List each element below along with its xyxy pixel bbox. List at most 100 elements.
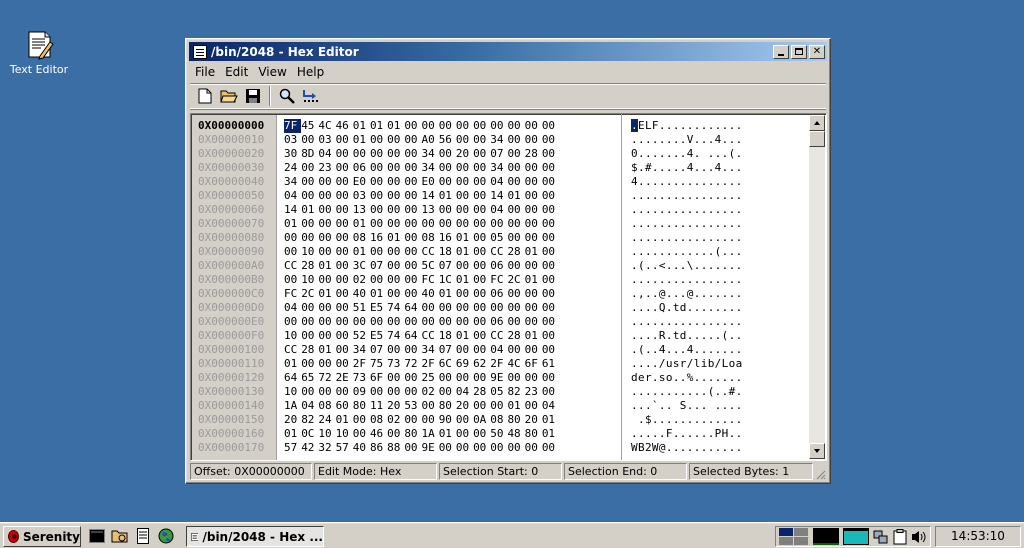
hex-byte[interactable]: 51 (353, 301, 370, 315)
hex-byte[interactable]: 72 (318, 371, 335, 385)
find-button[interactable] (276, 85, 298, 107)
hex-byte[interactable]: 01 (542, 427, 559, 441)
menu-view[interactable]: View (253, 65, 291, 79)
hex-byte[interactable]: 00 (284, 273, 301, 287)
hex-byte[interactable]: 13 (353, 203, 370, 217)
vertical-scrollbar[interactable] (809, 115, 825, 459)
hex-byte[interactable]: 00 (439, 441, 456, 455)
resize-grip[interactable] (815, 463, 826, 481)
hex-byte[interactable]: 00 (404, 217, 421, 231)
hex-byte[interactable]: 00 (473, 287, 490, 301)
clipboard-icon[interactable] (893, 528, 907, 545)
hex-byte[interactable]: 01 (439, 189, 456, 203)
hex-byte[interactable]: 00 (404, 175, 421, 189)
hex-byte[interactable]: 00 (490, 301, 507, 315)
hex-byte[interactable]: 80 (507, 413, 524, 427)
hex-byte[interactable]: 6F (370, 371, 387, 385)
hex-byte[interactable]: 00 (525, 343, 542, 357)
hex-byte[interactable]: 23 (525, 385, 542, 399)
hex-byte[interactable]: 01 (318, 343, 335, 357)
hex-byte[interactable]: 00 (525, 259, 542, 273)
hex-column[interactable]: 7F 45 4C 46 01 01 01 00 00 00 00 00 00 00 00 00 03 00 03 00… (284, 119, 559, 455)
hex-byte[interactable]: 34 (353, 343, 370, 357)
hex-byte[interactable]: 00 (387, 343, 404, 357)
hex-byte[interactable]: 04 (301, 399, 318, 413)
hex-byte[interactable]: 01 (525, 273, 542, 287)
hex-byte[interactable]: 03 (284, 133, 301, 147)
hex-byte[interactable]: 00 (542, 343, 559, 357)
hex-byte[interactable]: 7F (284, 119, 302, 133)
hex-byte[interactable]: 00 (542, 147, 559, 161)
hex-byte[interactable]: 00 (456, 203, 473, 217)
hex-byte[interactable]: 00 (422, 119, 439, 133)
hex-byte[interactable]: 00 (490, 119, 507, 133)
hex-byte[interactable]: 00 (301, 231, 318, 245)
hex-byte[interactable]: 00 (542, 273, 559, 287)
hex-byte[interactable]: 24 (318, 413, 335, 427)
hex-byte[interactable]: 00 (336, 343, 353, 357)
hex-byte[interactable]: 82 (301, 413, 318, 427)
hex-byte[interactable]: 0C (301, 427, 318, 441)
hex-byte[interactable]: 80 (525, 427, 542, 441)
hex-byte[interactable]: 01 (387, 119, 404, 133)
hex-byte[interactable]: 00 (387, 385, 404, 399)
hex-byte[interactable]: CC (284, 259, 301, 273)
hex-byte[interactable]: 06 (490, 259, 507, 273)
hex-byte[interactable]: 45 (301, 119, 318, 133)
hex-byte[interactable]: 00 (336, 133, 353, 147)
hex-byte[interactable]: 10 (284, 385, 301, 399)
hex-byte[interactable]: 00 (525, 203, 542, 217)
hex-byte[interactable]: 00 (387, 315, 404, 329)
hex-byte[interactable]: 00 (370, 189, 387, 203)
hex-byte[interactable]: 01 (387, 231, 404, 245)
hex-byte[interactable]: 00 (336, 203, 353, 217)
hex-byte[interactable]: 01 (353, 245, 370, 259)
hex-byte[interactable]: 6C (439, 357, 456, 371)
hex-byte[interactable]: 5C (422, 259, 439, 273)
hex-byte[interactable]: 72 (404, 357, 421, 371)
hex-byte[interactable]: 00 (439, 315, 456, 329)
hex-byte[interactable]: 00 (336, 189, 353, 203)
hex-byte[interactable]: 10 (318, 427, 335, 441)
save-button[interactable] (242, 85, 264, 107)
hex-byte[interactable]: 00 (404, 371, 421, 385)
hex-byte[interactable]: 00 (353, 427, 370, 441)
network-graph-icon[interactable] (843, 528, 869, 545)
hex-byte[interactable]: 20 (525, 413, 542, 427)
hex-byte[interactable]: 20 (284, 413, 301, 427)
hex-byte[interactable]: 34 (490, 161, 507, 175)
hex-byte[interactable]: 00 (542, 203, 559, 217)
hex-byte[interactable]: 00 (507, 259, 524, 273)
hex-byte[interactable]: 00 (456, 189, 473, 203)
volume-icon[interactable] (911, 529, 927, 545)
hex-byte[interactable]: 00 (387, 175, 404, 189)
hex-byte[interactable]: 00 (525, 371, 542, 385)
hex-byte[interactable]: 00 (473, 343, 490, 357)
hex-byte[interactable]: 01 (284, 357, 301, 371)
hex-byte[interactable]: CC (490, 245, 507, 259)
hex-byte[interactable]: 10 (301, 245, 318, 259)
hex-byte[interactable]: CC (490, 329, 507, 343)
hex-byte[interactable]: 00 (387, 273, 404, 287)
hex-byte[interactable]: 00 (318, 357, 335, 371)
hex-byte[interactable]: 00 (456, 413, 473, 427)
hex-byte[interactable]: 23 (318, 161, 335, 175)
hex-byte[interactable]: 00 (439, 371, 456, 385)
hex-byte[interactable]: CC (284, 343, 301, 357)
hex-byte[interactable]: 00 (473, 119, 490, 133)
hex-byte[interactable]: 42 (301, 441, 318, 455)
hex-byte[interactable]: 00 (301, 357, 318, 371)
scroll-up-button[interactable] (809, 115, 825, 131)
hex-byte[interactable]: 34 (422, 147, 439, 161)
hex-byte[interactable]: 00 (387, 427, 404, 441)
hex-byte[interactable]: 08 (370, 413, 387, 427)
hex-byte[interactable]: 00 (525, 287, 542, 301)
hex-byte[interactable]: 53 (404, 399, 421, 413)
hex-byte[interactable]: 00 (542, 231, 559, 245)
hex-byte[interactable]: 00 (336, 301, 353, 315)
hex-byte[interactable]: 00 (336, 315, 353, 329)
hex-byte[interactable]: 00 (404, 161, 421, 175)
hex-byte[interactable]: 1A (422, 427, 439, 441)
hex-byte[interactable]: 01 (370, 119, 387, 133)
hex-byte[interactable]: 10 (301, 273, 318, 287)
